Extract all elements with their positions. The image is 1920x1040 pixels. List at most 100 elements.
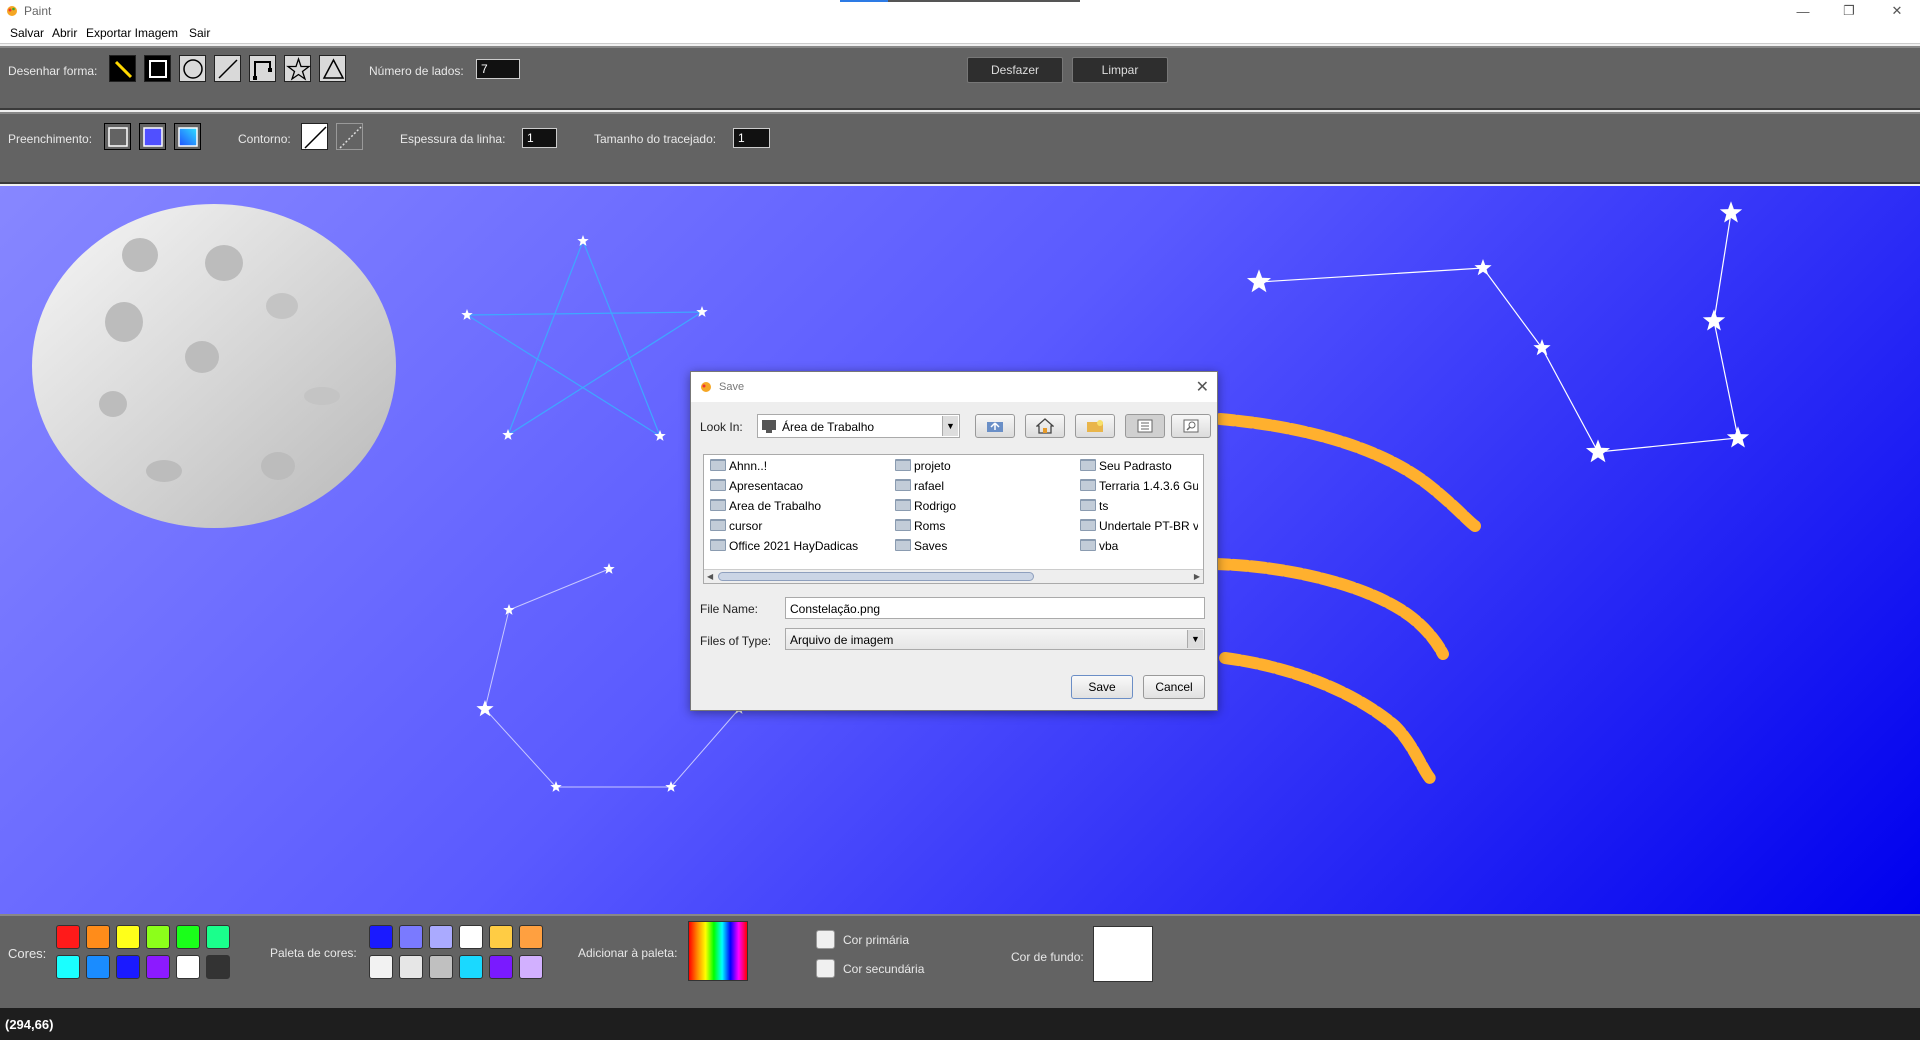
file-name-input[interactable]: Constelação.png bbox=[785, 597, 1205, 619]
palette-swatch[interactable] bbox=[489, 955, 513, 979]
menu-sair[interactable]: Sair bbox=[189, 26, 210, 40]
color-swatch[interactable] bbox=[176, 955, 200, 979]
folder-item[interactable]: Saves bbox=[895, 539, 1075, 555]
color-swatch[interactable] bbox=[146, 925, 170, 949]
look-in-combo[interactable]: Área de Trabalho ▼ bbox=[757, 414, 960, 438]
color-swatch[interactable] bbox=[86, 955, 110, 979]
undo-button[interactable]: Desfazer bbox=[967, 57, 1063, 83]
palette-swatch[interactable] bbox=[519, 955, 543, 979]
ellipse-tool-button[interactable] bbox=[179, 55, 206, 82]
palette-swatch[interactable] bbox=[429, 955, 453, 979]
horizontal-scrollbar[interactable]: ◀ ▶ bbox=[704, 569, 1203, 583]
line-width-input[interactable]: 1 bbox=[522, 128, 557, 148]
new-folder-button[interactable] bbox=[1075, 414, 1115, 438]
color-swatch[interactable] bbox=[206, 955, 230, 979]
folder-item[interactable]: Apresentacao bbox=[710, 479, 890, 495]
folder-item[interactable]: Rodrigo bbox=[895, 499, 1075, 515]
folder-icon bbox=[1080, 539, 1096, 551]
close-button[interactable]: ✕ bbox=[1874, 0, 1920, 22]
polygon-tool-button[interactable] bbox=[319, 55, 346, 82]
bg-color-swatch[interactable] bbox=[1093, 926, 1153, 982]
restore-button[interactable]: ❐ bbox=[1826, 0, 1872, 22]
star-tool-button[interactable] bbox=[284, 55, 311, 82]
fill-none-button[interactable] bbox=[104, 123, 131, 150]
color-swatch[interactable] bbox=[56, 955, 80, 979]
folder-item[interactable]: vba bbox=[1080, 539, 1198, 555]
rectangle-tool-button[interactable] bbox=[144, 55, 171, 82]
dash-size-input[interactable]: 1 bbox=[733, 128, 770, 148]
palette-swatch[interactable] bbox=[519, 925, 543, 949]
cancel-button[interactable]: Cancel bbox=[1143, 675, 1205, 699]
cursor-coordinates: (294,66) bbox=[5, 1017, 54, 1032]
dash-size-label: Tamanho do tracejado: bbox=[594, 132, 717, 146]
window-title: Paint bbox=[24, 4, 52, 18]
folder-item[interactable]: ts bbox=[1080, 499, 1198, 515]
sides-input[interactable]: 7 bbox=[476, 59, 520, 79]
folder-name: Rodrigo bbox=[914, 499, 957, 513]
folder-name: cursor bbox=[729, 519, 763, 533]
folder-icon bbox=[710, 519, 726, 531]
color-swatch[interactable] bbox=[206, 925, 230, 949]
folder-name: Roms bbox=[914, 519, 946, 533]
polyline-tool-button[interactable] bbox=[249, 55, 276, 82]
menu-salvar[interactable]: Salvar bbox=[10, 26, 44, 40]
home-button[interactable] bbox=[1025, 414, 1065, 438]
polyline-icon bbox=[253, 61, 272, 80]
fill-solid-button[interactable] bbox=[139, 123, 166, 150]
palette-swatch[interactable] bbox=[489, 925, 513, 949]
folder-item[interactable]: projeto bbox=[895, 459, 1075, 475]
save-button[interactable]: Save bbox=[1071, 675, 1133, 699]
pencil-tool-button[interactable] bbox=[109, 55, 136, 82]
color-swatch[interactable] bbox=[116, 925, 140, 949]
folder-icon bbox=[710, 479, 726, 491]
folder-item[interactable]: Ahnn..! bbox=[710, 459, 890, 475]
color-swatch[interactable] bbox=[146, 955, 170, 979]
folder-icon bbox=[895, 459, 911, 471]
details-view-button[interactable] bbox=[1171, 414, 1211, 438]
folder-name: Undertale PT-BR v bbox=[1099, 519, 1198, 533]
palette-swatch[interactable] bbox=[399, 955, 423, 979]
folder-name: Ahnn..! bbox=[729, 459, 768, 473]
menu-abrir[interactable]: Abrir bbox=[52, 26, 77, 40]
folder-item[interactable]: rafael bbox=[895, 479, 1075, 495]
color-swatch[interactable] bbox=[176, 925, 200, 949]
list-view-button[interactable] bbox=[1125, 414, 1165, 438]
scrollbar-thumb[interactable] bbox=[718, 572, 1034, 581]
file-list[interactable]: Ahnn..! Apresentacao Area de Trabalho curso… bbox=[703, 454, 1204, 584]
scroll-left-icon[interactable]: ◀ bbox=[707, 572, 713, 581]
folder-item[interactable]: Terraria 1.4.3.6 Gus bbox=[1080, 479, 1198, 495]
menu-exportar-imagem[interactable]: Exportar Imagem bbox=[86, 26, 178, 40]
star-icon bbox=[286, 56, 311, 81]
folder-item[interactable]: Office 2021 HayDadicas bbox=[710, 539, 890, 555]
solid-outline-button[interactable] bbox=[301, 123, 328, 150]
folder-item[interactable]: Area de Trabalho bbox=[710, 499, 890, 515]
color-swatch[interactable] bbox=[116, 955, 140, 979]
fill-gradient-button[interactable] bbox=[174, 123, 201, 150]
folder-item[interactable]: Undertale PT-BR v bbox=[1080, 519, 1198, 535]
folder-item[interactable]: Seu Padrasto bbox=[1080, 459, 1198, 475]
scroll-right-icon[interactable]: ▶ bbox=[1194, 572, 1200, 581]
color-swatch[interactable] bbox=[86, 925, 110, 949]
paint-app-icon bbox=[7, 6, 17, 16]
files-of-type-combo[interactable]: Arquivo de imagem ▼ bbox=[785, 628, 1205, 650]
folder-item[interactable]: cursor bbox=[710, 519, 890, 535]
dashed-outline-button[interactable] bbox=[336, 123, 363, 150]
dialog-close-icon[interactable]: ✕ bbox=[1196, 377, 1209, 397]
palette-swatch[interactable] bbox=[399, 925, 423, 949]
folder-item[interactable]: Roms bbox=[895, 519, 1075, 535]
palette-swatch[interactable] bbox=[369, 955, 393, 979]
palette-swatch[interactable] bbox=[459, 955, 483, 979]
secondary-color-checkbox[interactable] bbox=[816, 959, 835, 978]
primary-color-checkbox[interactable] bbox=[816, 930, 835, 949]
dialog-title: Save bbox=[719, 381, 745, 393]
clear-button[interactable]: Limpar bbox=[1072, 57, 1168, 83]
minimize-button[interactable]: — bbox=[1780, 0, 1826, 22]
palette-swatch[interactable] bbox=[459, 925, 483, 949]
up-folder-button[interactable] bbox=[975, 414, 1015, 438]
spectrum-picker[interactable] bbox=[688, 921, 748, 981]
palette-swatch[interactable] bbox=[369, 925, 393, 949]
color-swatch[interactable] bbox=[56, 925, 80, 949]
line-tool-button[interactable] bbox=[214, 55, 241, 82]
palette-swatch[interactable] bbox=[429, 925, 453, 949]
status-bar: (294,66) bbox=[0, 1008, 1920, 1040]
